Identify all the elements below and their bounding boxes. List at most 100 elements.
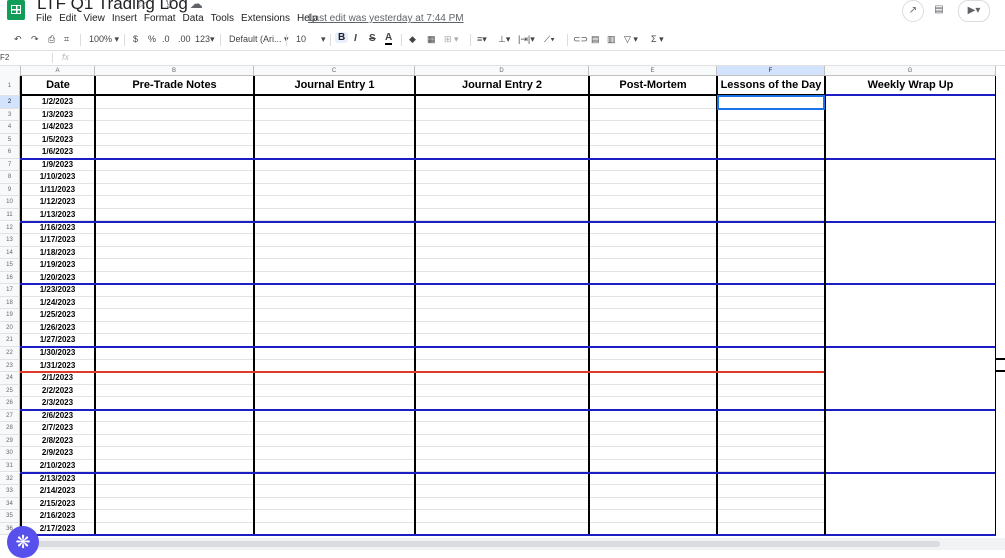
row-header[interactable]: 29 — [0, 434, 20, 448]
weekly-wrap-cell[interactable] — [826, 473, 995, 535]
redo-icon[interactable]: ↷ — [31, 34, 39, 45]
text-wrap-icon[interactable]: |⇥|▾ — [518, 34, 535, 45]
text-rotate-icon[interactable]: ⟋▾ — [544, 34, 555, 45]
column-header-b[interactable]: B — [95, 66, 254, 76]
strikethrough-button[interactable]: S — [369, 33, 376, 44]
date-cell[interactable]: 1/11/2023 — [21, 184, 94, 197]
date-cell[interactable]: 1/24/2023 — [21, 297, 94, 310]
date-cell[interactable]: 2/14/2023 — [21, 485, 94, 498]
row-header[interactable]: 34 — [0, 497, 20, 511]
date-cell[interactable]: 1/4/2023 — [21, 121, 94, 134]
menu-tools[interactable]: Tools — [211, 13, 234, 24]
row-header[interactable]: 16 — [0, 271, 20, 285]
menu-file[interactable]: File — [36, 13, 52, 24]
column-title-g[interactable]: Weekly Wrap Up — [825, 76, 996, 95]
date-cell[interactable]: 1/23/2023 — [21, 284, 94, 297]
date-cell[interactable]: 1/30/2023 — [21, 347, 94, 360]
currency-button[interactable]: $ — [133, 34, 138, 44]
row-header[interactable]: 1 — [0, 76, 20, 96]
row-header[interactable]: 8 — [0, 171, 20, 184]
row-header[interactable]: 5 — [0, 133, 20, 147]
row-header[interactable]: 30 — [0, 447, 20, 460]
selected-cell[interactable] — [717, 95, 825, 110]
menu-format[interactable]: Format — [144, 13, 176, 24]
date-cell[interactable]: 1/12/2023 — [21, 196, 94, 209]
row-header[interactable]: 17 — [0, 284, 20, 297]
activity-icon[interactable]: ↗ — [902, 0, 924, 22]
align-horizontal-icon[interactable]: ≡▾ — [477, 34, 487, 45]
column-title-a[interactable]: Date — [21, 76, 95, 95]
row-header[interactable]: 27 — [0, 409, 20, 423]
row-header[interactable]: 18 — [0, 296, 20, 310]
decrease-decimal-button[interactable]: .0 — [162, 34, 170, 44]
borders-icon[interactable]: ▦ — [427, 34, 436, 45]
spreadsheet-grid[interactable]: A B C D E F G 1 2 3 4 5 6 7 8 9 10 11 12 13 14 15 16 17 18 19 20 21… — [0, 66, 1005, 540]
row-header[interactable]: 11 — [0, 208, 20, 222]
row-header[interactable]: 13 — [0, 234, 20, 247]
row-header[interactable]: 31 — [0, 459, 20, 473]
menu-insert[interactable]: Insert — [112, 13, 137, 24]
italic-button[interactable]: I — [354, 33, 357, 44]
row-header[interactable]: 4 — [0, 121, 20, 134]
menu-data[interactable]: Data — [183, 13, 204, 24]
date-cell[interactable]: 1/10/2023 — [21, 171, 94, 184]
row-header[interactable]: 22 — [0, 347, 20, 360]
merge-icon[interactable]: ⊞ ▾ — [444, 34, 459, 45]
column-header-e[interactable]: E — [589, 66, 717, 76]
date-cell[interactable]: 1/19/2023 — [21, 259, 94, 272]
row-header[interactable]: 24 — [0, 372, 20, 385]
align-vertical-icon[interactable]: ⊥▾ — [498, 34, 510, 45]
zoom-select[interactable]: 100% ▾ — [89, 34, 119, 45]
weekly-wrap-cell[interactable] — [826, 97, 995, 158]
date-cell[interactable]: 2/6/2023 — [21, 410, 94, 423]
text-color-button[interactable]: A — [385, 32, 393, 45]
date-cell[interactable]: 1/25/2023 — [21, 309, 94, 322]
row-header[interactable]: 3 — [0, 108, 20, 122]
weekly-wrap-cell[interactable] — [826, 348, 995, 409]
row-header[interactable]: 12 — [0, 221, 20, 235]
column-header-a[interactable]: A — [21, 66, 95, 76]
column-header-g[interactable]: G — [825, 66, 996, 76]
date-cell[interactable]: 1/9/2023 — [21, 159, 94, 172]
chart-icon[interactable]: ▥ — [607, 34, 616, 45]
row-header[interactable]: 14 — [0, 246, 20, 260]
date-cell[interactable]: 1/3/2023 — [21, 109, 94, 122]
row-header[interactable]: 21 — [0, 334, 20, 347]
menu-view[interactable]: View — [83, 13, 105, 24]
row-header[interactable]: 2 — [0, 96, 20, 109]
date-cell[interactable]: 2/1/2023 — [21, 372, 94, 385]
link-icon[interactable]: ⊂⊃ — [573, 34, 588, 45]
functions-icon[interactable]: Σ ▾ — [651, 34, 664, 45]
font-size-select[interactable]: 10 ▾ — [296, 34, 326, 45]
horizontal-scrollbar[interactable] — [20, 538, 1005, 550]
menu-edit[interactable]: Edit — [59, 13, 76, 24]
last-edit-link[interactable]: Last edit was yesterday at 7:44 PM — [308, 13, 464, 24]
paint-format-icon[interactable]: ⌗ — [64, 34, 69, 45]
date-cell[interactable]: 2/16/2023 — [21, 510, 94, 523]
print-icon[interactable]: ⎙ — [48, 34, 55, 45]
row-header[interactable]: 19 — [0, 309, 20, 322]
row-header[interactable]: 6 — [0, 146, 20, 159]
date-cell[interactable]: 1/18/2023 — [21, 247, 94, 260]
row-header[interactable]: 15 — [0, 259, 20, 272]
column-title-c[interactable]: Journal Entry 1 — [254, 76, 415, 95]
row-header[interactable]: 26 — [0, 397, 20, 410]
font-select[interactable]: Default (Ari... ▾ — [229, 34, 289, 45]
name-box[interactable]: F2 — [0, 53, 9, 62]
row-header[interactable]: 28 — [0, 422, 20, 435]
sheets-logo-icon[interactable] — [7, 0, 25, 20]
weekly-wrap-cell[interactable] — [826, 159, 995, 221]
row-header[interactable]: 20 — [0, 321, 20, 335]
date-cell[interactable]: 2/13/2023 — [21, 473, 94, 486]
title-action-icons[interactable]: ☆ ⇪ ☁ — [136, 0, 209, 12]
row-header[interactable]: 7 — [0, 158, 20, 172]
column-header-f[interactable]: F — [717, 66, 825, 76]
row-header[interactable]: 33 — [0, 485, 20, 498]
scrollbar-thumb[interactable] — [20, 541, 940, 547]
row-header[interactable]: 32 — [0, 472, 20, 486]
comments-icon[interactable]: ▤ — [929, 0, 949, 20]
fill-color-icon[interactable]: ◆ — [409, 34, 416, 45]
weekly-wrap-cell[interactable] — [826, 410, 995, 472]
column-title-f[interactable]: Lessons of the Day — [717, 76, 825, 95]
weekly-wrap-cell[interactable] — [826, 222, 995, 284]
